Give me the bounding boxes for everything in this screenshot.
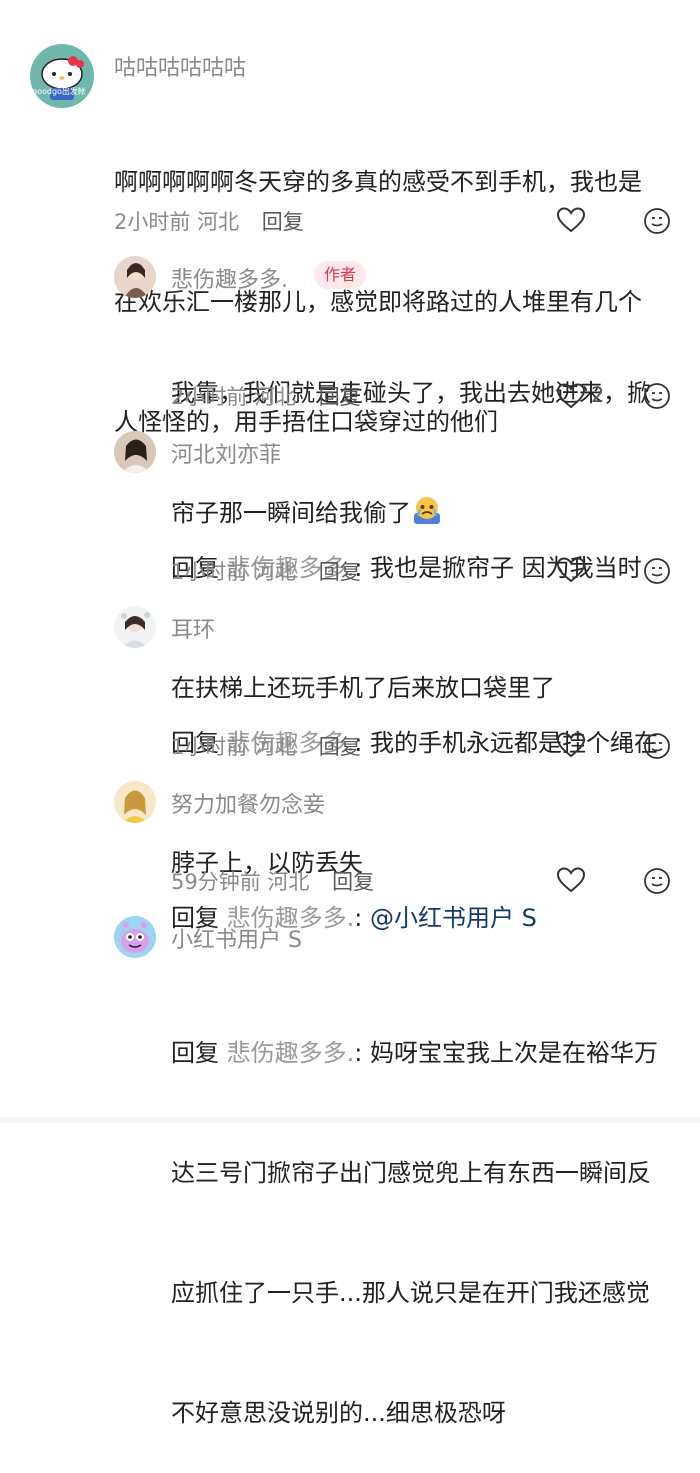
avatar[interactable]: goodgo出发帐 xyxy=(30,44,94,108)
comment-time: 2小时前 xyxy=(114,210,191,234)
comment-line: 回复 悲伤趣多多.: 妈呀宝宝我上次是在裕华万 xyxy=(171,1033,658,1073)
comment-location: 河北 xyxy=(197,210,240,234)
comment-line: 应抓住了一只手...那人说只是在开门我还感觉 xyxy=(171,1279,650,1307)
comment-location: 河北 xyxy=(267,870,310,894)
heart-icon[interactable] xyxy=(556,382,586,410)
comment-meta: 1小时前 河北 回复 xyxy=(171,731,361,761)
comment-meta: 2小时前 河北 回复 xyxy=(171,381,361,411)
author-badge: 作者 xyxy=(314,261,367,289)
comment-username[interactable]: 小红书用户 S xyxy=(171,922,302,954)
comment-text: 回复 悲伤趣多多.: 妈呀宝宝我上次是在裕华万 达三号门掀帘子出门感觉兜上有东西… xyxy=(171,953,658,1473)
comment-location: 河北 xyxy=(254,385,297,409)
reply-button[interactable]: 回复 xyxy=(332,870,374,894)
comment-username[interactable]: 悲伤趣多多. xyxy=(171,262,288,294)
avatar[interactable] xyxy=(114,256,156,298)
reply-button[interactable]: 回复 xyxy=(319,560,361,584)
comment-location: 河北 xyxy=(254,560,297,584)
comment-meta: 1小时前 河北 回复 xyxy=(171,556,361,586)
avatar-caption: goodgo出发帐 xyxy=(32,87,86,96)
comment-line-rest: : 妈呀宝宝我上次是在裕华万 xyxy=(354,1039,658,1067)
comment-time: 59分钟前 xyxy=(171,870,261,894)
mention-link[interactable]: @小红书用户 S xyxy=(370,904,537,932)
avatar[interactable] xyxy=(114,431,156,473)
comment-username[interactable]: 耳环 xyxy=(171,612,215,644)
reply-button[interactable]: 回复 xyxy=(319,735,361,759)
like-count: 2 xyxy=(591,383,605,407)
comment-time: 1小时前 xyxy=(171,560,248,584)
comment-username[interactable]: 努力加餐勿念妾 xyxy=(171,787,325,819)
avatar[interactable] xyxy=(114,781,156,823)
face-icon[interactable] xyxy=(643,382,671,410)
heart-icon[interactable] xyxy=(556,206,586,234)
reply-target-username[interactable]: 悲伤趣多多. xyxy=(227,1039,355,1067)
heart-icon[interactable] xyxy=(556,556,586,584)
reply-prefix: 回复 xyxy=(171,1039,219,1067)
comment-line: 达三号门掀帘子出门感觉兜上有东西一瞬间反 xyxy=(171,1159,651,1187)
face-icon[interactable] xyxy=(643,867,671,895)
comment-username[interactable]: 河北刘亦菲 xyxy=(171,437,281,469)
comment-meta: 2小时前 河北 回复 xyxy=(114,206,304,236)
comment-meta: 59分钟前 河北 回复 xyxy=(171,866,374,896)
reply-button[interactable]: 回复 xyxy=(262,210,304,234)
face-icon[interactable] xyxy=(643,557,671,585)
comment-time: 1小时前 xyxy=(171,735,248,759)
comment-time: 2小时前 xyxy=(171,385,248,409)
avatar[interactable] xyxy=(114,606,156,648)
heart-icon[interactable] xyxy=(556,866,586,894)
comment-line: 不好意思没说别的...细思极恐呀 xyxy=(171,1399,506,1427)
comment-username[interactable]: 咕咕咕咕咕咕 xyxy=(114,50,246,82)
comment-line-rest: : 我的手机永远都是挂个绳在 xyxy=(354,729,658,757)
comment-line-sep: : xyxy=(354,904,370,932)
comment-line-rest: : 我也是掀帘子 因为我当时 xyxy=(354,554,642,582)
heart-icon[interactable] xyxy=(556,731,586,759)
avatar[interactable] xyxy=(114,916,156,958)
face-icon[interactable] xyxy=(643,732,671,760)
comment-line: 啊啊啊啊啊冬天穿的多真的感受不到手机，我也是 xyxy=(114,168,642,196)
bottom-divider xyxy=(0,1117,700,1123)
comment-location: 河北 xyxy=(254,735,297,759)
reply-button[interactable]: 回复 xyxy=(319,385,361,409)
face-icon[interactable] xyxy=(643,207,671,235)
